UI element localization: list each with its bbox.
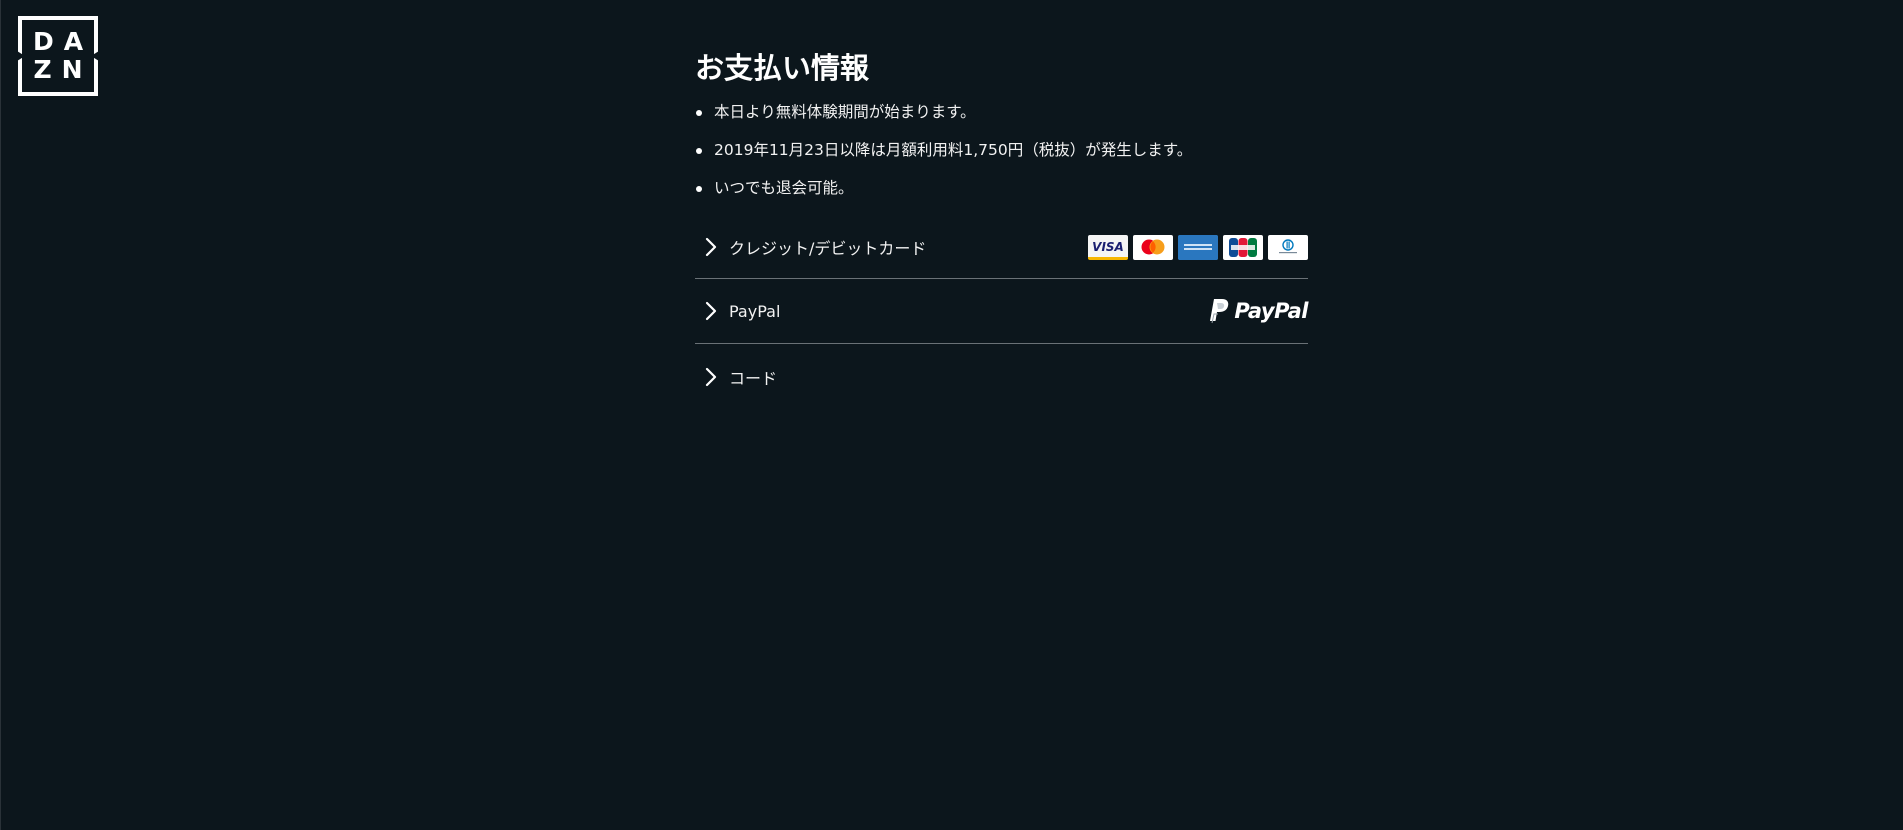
payment-options: クレジット/デビットカード VISA PayPal PayPal コード [695, 216, 1308, 409]
card-brands: VISA [1088, 234, 1308, 260]
chevron-right-icon [695, 367, 729, 387]
payment-option-card[interactable]: クレジット/デビットカード VISA [695, 216, 1308, 279]
note-item: 2019年11月23日以降は月額利用料1,750円（税抜）が発生します。 [695, 140, 1308, 160]
visa-icon: VISA [1088, 234, 1128, 260]
diners-club-icon [1268, 234, 1308, 260]
paypal-logo-icon: PayPal [1208, 298, 1308, 324]
payment-option-code[interactable]: コード [695, 344, 1308, 409]
jcb-icon [1223, 234, 1263, 260]
chevron-right-icon [695, 301, 729, 321]
page: DA ZN お支払い情報 本日より無料体験期間が始まります。 2019年11月2… [0, 0, 1903, 830]
page-title: お支払い情報 [695, 51, 870, 85]
chevron-right-icon [695, 237, 729, 257]
option-label: コード [729, 368, 778, 388]
option-left: PayPal [695, 301, 780, 321]
amex-icon [1178, 234, 1218, 260]
note-item: 本日より無料体験期間が始まります。 [695, 102, 1308, 122]
option-left: コード [695, 365, 777, 389]
logo-line-1: DA [32, 27, 94, 56]
payment-info-section: お支払い情報 本日より無料体験期間が始まります。 2019年11月23日以降は月… [695, 48, 1308, 409]
mastercard-icon [1133, 234, 1173, 260]
payment-option-paypal[interactable]: PayPal PayPal [695, 279, 1308, 344]
visa-text: VISA [1092, 239, 1124, 254]
dazn-logo[interactable]: DA ZN [17, 16, 99, 96]
option-left: クレジット/デビットカード [695, 235, 926, 259]
paypal-p-icon [1210, 299, 1229, 324]
paypal-wordmark: PayPal [1234, 299, 1308, 323]
option-label: PayPal [729, 301, 781, 321]
option-label: クレジット/デビットカード [729, 239, 927, 258]
note-item: いつでも退会可能。 [695, 178, 1308, 198]
notes-list: 本日より無料体験期間が始まります。 2019年11月23日以降は月額利用料1,7… [695, 102, 1308, 198]
logo-line-2: ZN [33, 55, 93, 84]
